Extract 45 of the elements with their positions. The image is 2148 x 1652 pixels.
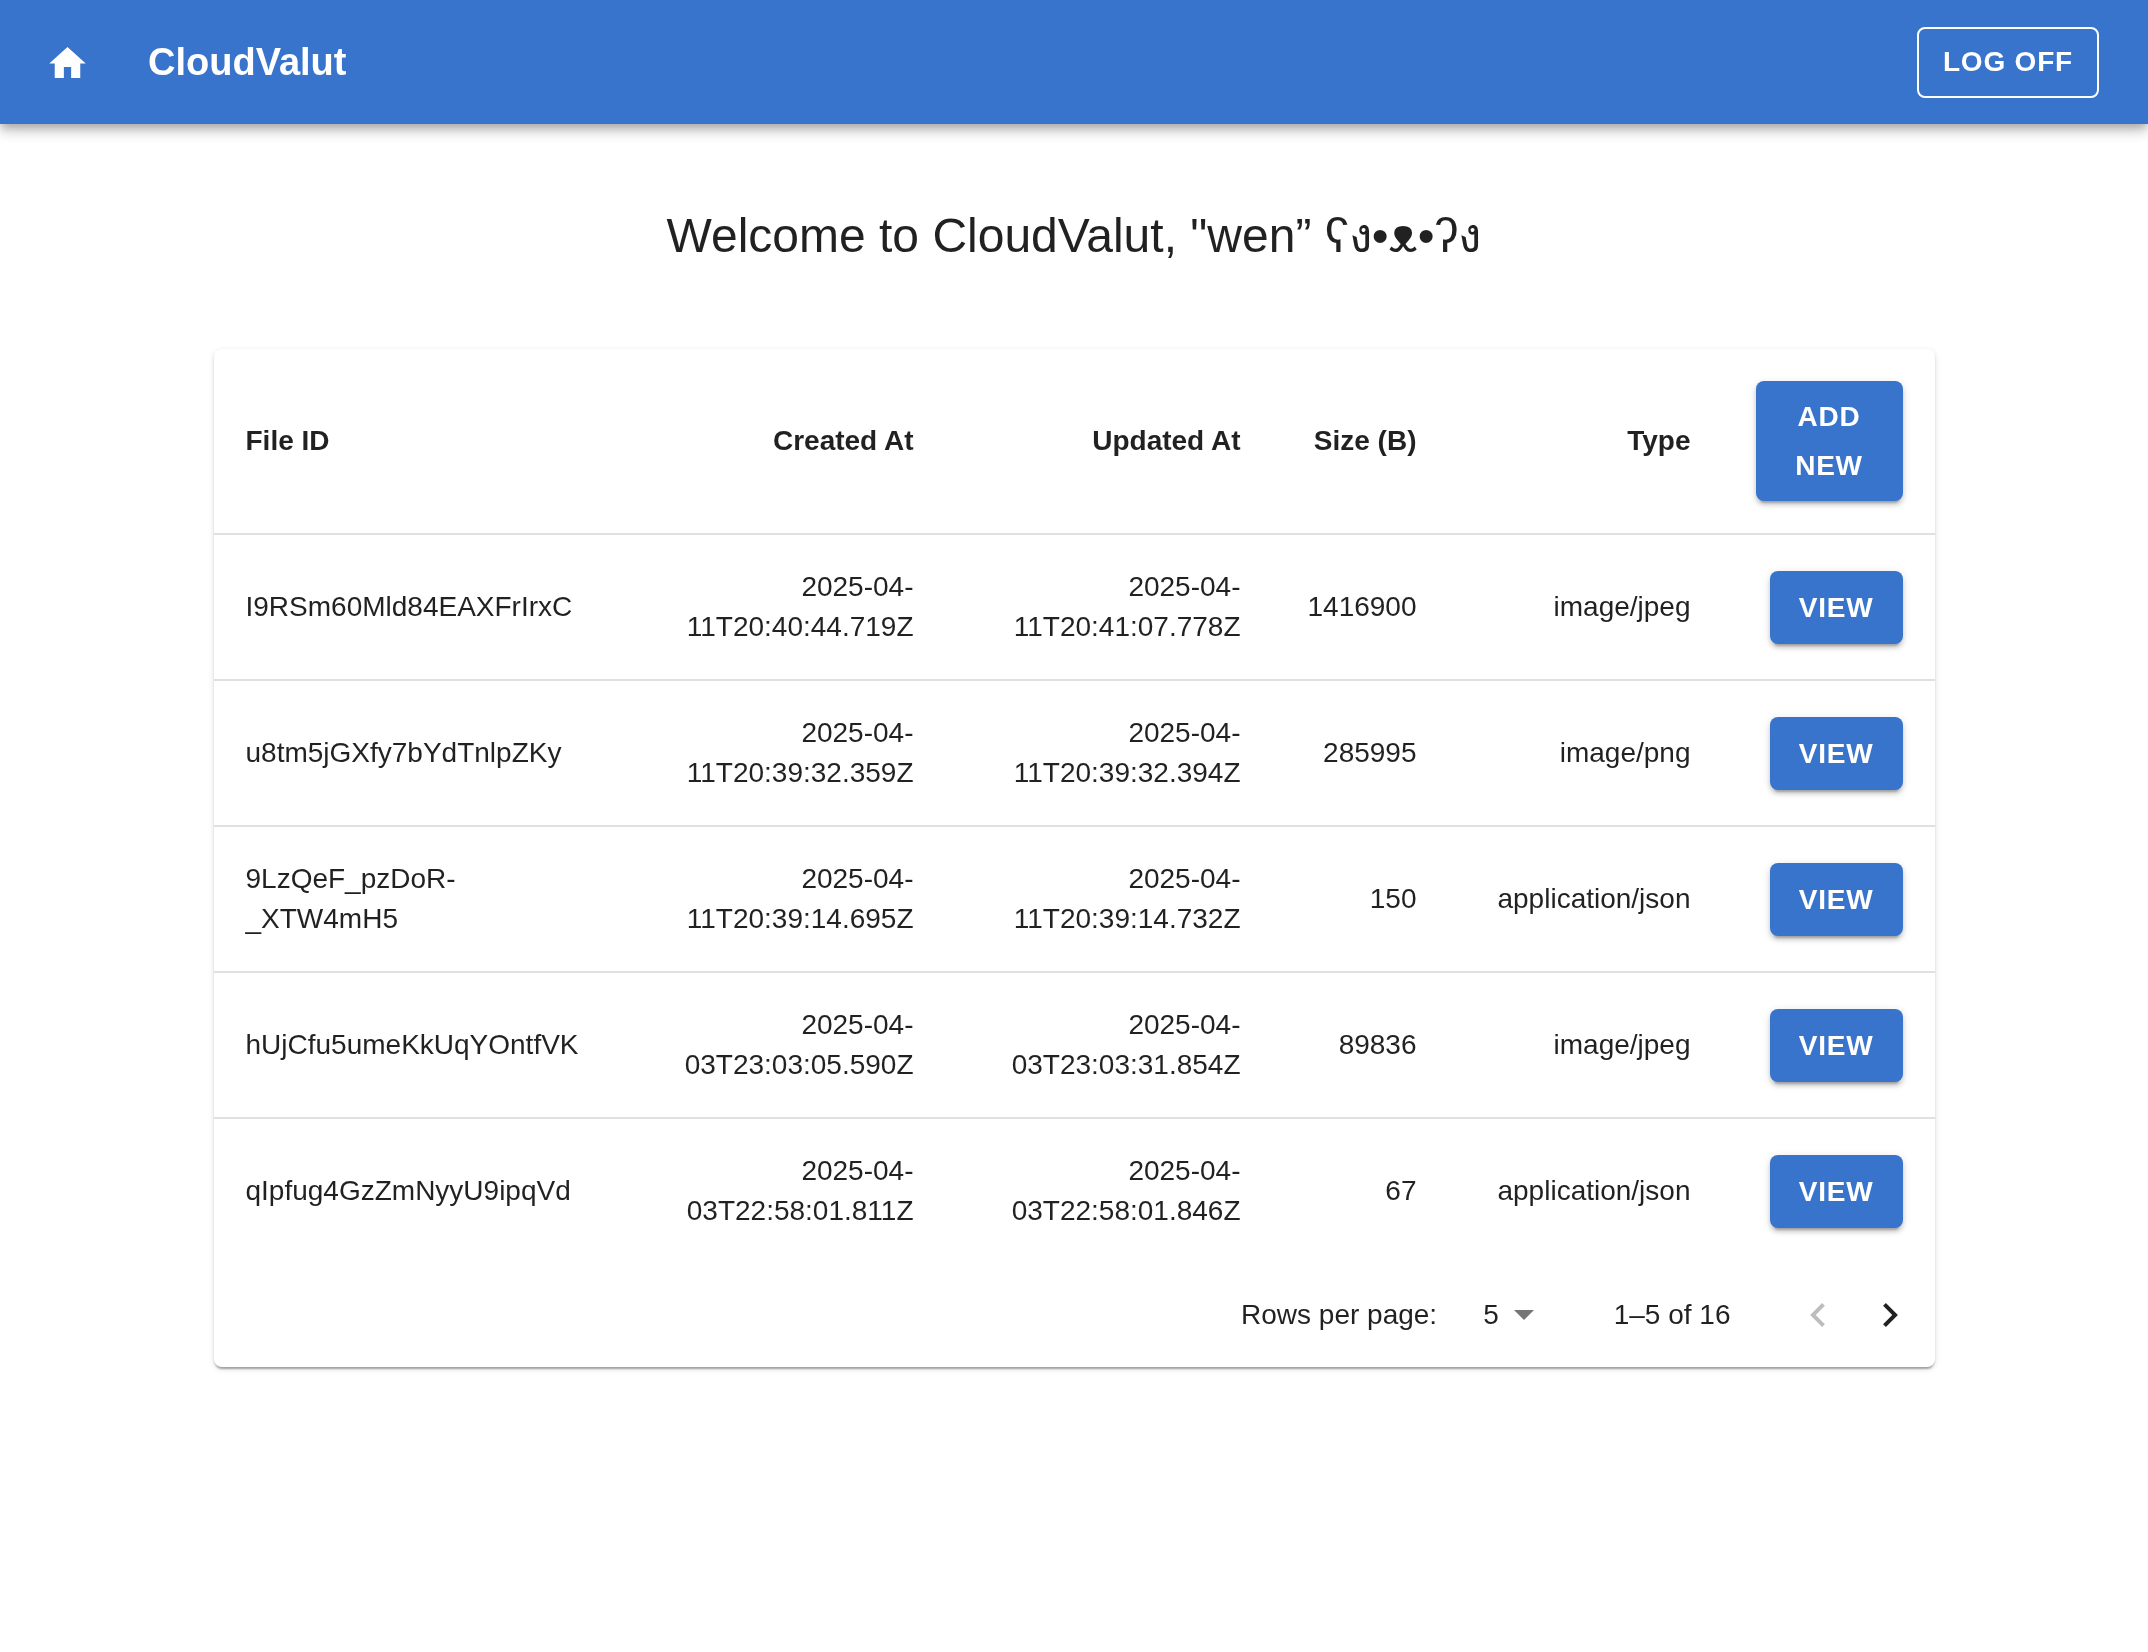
add-new-button[interactable]: ADD NEW	[1755, 381, 1903, 501]
table-cell-text: 1416900	[1306, 590, 1418, 624]
log-off-button[interactable]: LOG OFF	[1916, 26, 2099, 98]
table-cell-text: 2025-04-11T20:41:07.778Z	[1012, 570, 1242, 644]
table-cell-text: 9LzQeF_pzDoR-_XTW4mH5	[244, 862, 457, 936]
table-cell-text: 2025-04-03T23:03:31.854Z	[1010, 1008, 1242, 1082]
table-cell-text: 2025-04-11T20:39:14.695Z	[685, 862, 915, 936]
column-header: Type	[1626, 424, 1692, 458]
table-cell-text: application/json	[1496, 1174, 1692, 1208]
table-cell-text: 2025-04-03T22:58:01.846Z	[1010, 1154, 1242, 1228]
table-cell-text: 150	[1368, 882, 1418, 916]
column-header: Size (B)	[1312, 424, 1418, 458]
home-icon[interactable]	[49, 46, 86, 78]
view-button[interactable]: VIEW	[1769, 862, 1903, 936]
table-cell-text: 2025-04-03T23:03:05.590Z	[683, 1008, 915, 1082]
table-cell-text: 2025-04-11T20:40:44.719Z	[685, 570, 915, 644]
rows-per-page-label: Rows per page:	[1241, 1298, 1438, 1332]
view-button[interactable]: VIEW	[1769, 1008, 1903, 1082]
app-title: CloudValut	[148, 40, 347, 85]
table-cell-text: qIpfug4GzZmNyyU9ipqVd	[244, 1174, 572, 1208]
chevron-right-icon[interactable]	[1882, 1303, 1898, 1327]
view-button[interactable]: VIEW	[1769, 1154, 1903, 1228]
table-cell-text: image/jpeg	[1552, 1028, 1692, 1062]
table-cell-text: image/png	[1558, 736, 1692, 770]
caret-icon[interactable]	[1513, 1310, 1534, 1320]
page-range: 1–5 of 16	[1613, 1298, 1731, 1332]
view-button[interactable]: VIEW	[1769, 570, 1903, 644]
table-cell-text: u8tm5jGXfy7bYdTnlpZKy	[244, 736, 563, 770]
table-cell-text: hUjCfu5umeKkUqYOntfVK	[244, 1028, 580, 1062]
table-cell-text: 2025-04-11T20:39:14.732Z	[1012, 862, 1242, 936]
column-header: File ID	[244, 424, 331, 458]
view-button[interactable]: VIEW	[1769, 716, 1903, 790]
table-cell-text: 2025-04-03T22:58:01.811Z	[685, 1154, 915, 1228]
rows-per-page-select[interactable]: 5	[1483, 1295, 1534, 1335]
table-cell-text: 89836	[1337, 1028, 1418, 1062]
column-header: Updated At	[1091, 424, 1242, 458]
table-cell-text: 67	[1384, 1174, 1418, 1208]
welcome-heading: Welcome to CloudValut, "wen” ʕง•ᴥ•ʔง	[666, 208, 1482, 264]
table-cell-text: 2025-04-11T20:39:32.359Z	[685, 716, 915, 790]
column-header: Created At	[771, 424, 915, 458]
table-cell-text: 2025-04-11T20:39:32.394Z	[1012, 716, 1242, 790]
table-cell-text: image/jpeg	[1552, 590, 1692, 624]
table-cell-text: I9RSm60Mld84EAXFrIrxC	[244, 590, 574, 624]
table-cell-text: 285995	[1322, 736, 1418, 770]
table-cell-text: application/json	[1496, 882, 1692, 916]
